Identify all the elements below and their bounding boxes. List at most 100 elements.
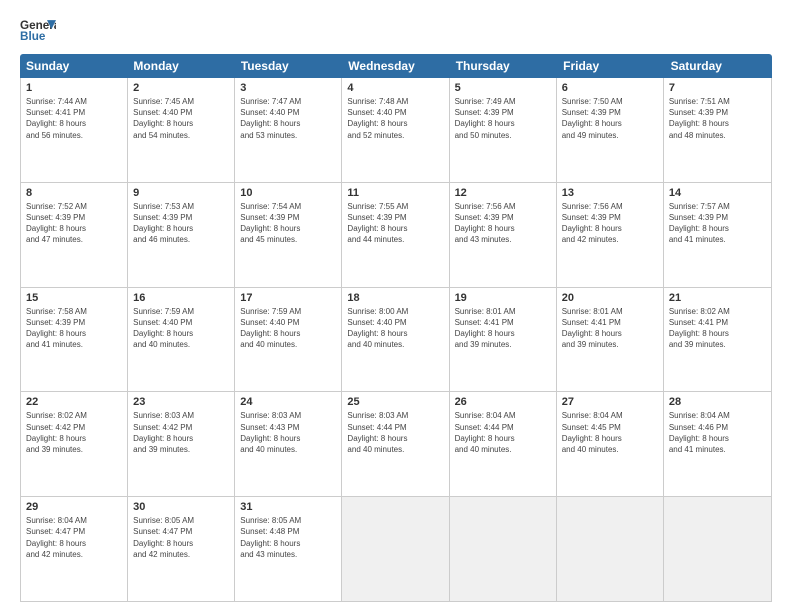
day-number: 5 xyxy=(455,82,551,94)
day-number: 2 xyxy=(133,82,229,94)
day-number: 30 xyxy=(133,501,229,513)
calendar-cell: 12 Sunrise: 7:56 AM Sunset: 4:39 PM Dayli… xyxy=(450,183,557,287)
calendar-week-2: 8Sunrise: 7:52 AM Sunset: 4:39 PM Daylig… xyxy=(21,183,771,288)
day-number: 4 xyxy=(347,82,443,94)
calendar-cell xyxy=(557,497,664,601)
calendar-cell: 23 Sunrise: 8:03 AM Sunset: 4:42 PM Dayli… xyxy=(128,392,235,496)
header: General Blue xyxy=(20,16,772,44)
cell-info: Sunrise: 8:04 AM Sunset: 4:46 PM Dayligh… xyxy=(669,410,766,455)
cell-info: Sunrise: 7:55 AM Sunset: 4:39 PM Dayligh… xyxy=(347,201,443,246)
cell-info: Sunrise: 8:05 AM Sunset: 4:48 PM Dayligh… xyxy=(240,515,336,560)
calendar-cell: 31 Sunrise: 8:05 AM Sunset: 4:48 PM Dayli… xyxy=(235,497,342,601)
logo-icon: General Blue xyxy=(20,16,56,44)
day-number: 31 xyxy=(240,501,336,513)
day-number: 6 xyxy=(562,82,658,94)
cell-info: Sunrise: 7:59 AM Sunset: 4:40 PM Dayligh… xyxy=(133,306,229,351)
cell-info: Sunrise: 7:54 AM Sunset: 4:39 PM Dayligh… xyxy=(240,201,336,246)
calendar-cell xyxy=(664,497,771,601)
cell-info: Sunrise: 8:01 AM Sunset: 4:41 PM Dayligh… xyxy=(562,306,658,351)
cell-info: Sunrise: 7:47 AM Sunset: 4:40 PM Dayligh… xyxy=(240,96,336,141)
cell-info: Sunrise: 8:03 AM Sunset: 4:43 PM Dayligh… xyxy=(240,410,336,455)
cell-info: Sunrise: 7:57 AM Sunset: 4:39 PM Dayligh… xyxy=(669,201,766,246)
calendar-cell: 9Sunrise: 7:53 AM Sunset: 4:39 PM Daylig… xyxy=(128,183,235,287)
cell-info: Sunrise: 7:45 AM Sunset: 4:40 PM Dayligh… xyxy=(133,96,229,141)
day-number: 23 xyxy=(133,396,229,408)
calendar-cell: 25Sunrise: 8:03 AM Sunset: 4:44 PM Dayli… xyxy=(342,392,449,496)
calendar-cell: 5Sunrise: 7:49 AM Sunset: 4:39 PM Daylig… xyxy=(450,78,557,182)
cell-info: Sunrise: 8:04 AM Sunset: 4:45 PM Dayligh… xyxy=(562,410,658,455)
day-number: 10 xyxy=(240,187,336,199)
page: General Blue SundayMondayTuesdayWednesda… xyxy=(0,0,792,612)
cell-info: Sunrise: 7:50 AM Sunset: 4:39 PM Dayligh… xyxy=(562,96,658,141)
calendar-cell: 13Sunrise: 7:56 AM Sunset: 4:39 PM Dayli… xyxy=(557,183,664,287)
cell-info: Sunrise: 8:01 AM Sunset: 4:41 PM Dayligh… xyxy=(455,306,551,351)
calendar-cell: 6 Sunrise: 7:50 AM Sunset: 4:39 PM Daylig… xyxy=(557,78,664,182)
calendar-cell: 17Sunrise: 7:59 AM Sunset: 4:40 PM Dayli… xyxy=(235,288,342,392)
calendar-week-5: 29Sunrise: 8:04 AM Sunset: 4:47 PM Dayli… xyxy=(21,497,771,601)
day-number: 16 xyxy=(133,292,229,304)
cell-info: Sunrise: 7:52 AM Sunset: 4:39 PM Dayligh… xyxy=(26,201,122,246)
day-number: 7 xyxy=(669,82,766,94)
cell-info: Sunrise: 7:56 AM Sunset: 4:39 PM Dayligh… xyxy=(455,201,551,246)
cell-info: Sunrise: 8:02 AM Sunset: 4:42 PM Dayligh… xyxy=(26,410,122,455)
calendar-cell: 15 Sunrise: 7:58 AM Sunset: 4:39 PM Dayli… xyxy=(21,288,128,392)
day-number: 1 xyxy=(26,82,122,94)
cell-info: Sunrise: 7:53 AM Sunset: 4:39 PM Dayligh… xyxy=(133,201,229,246)
calendar-cell: 10 Sunrise: 7:54 AM Sunset: 4:39 PM Dayli… xyxy=(235,183,342,287)
calendar-cell: 22 Sunrise: 8:02 AM Sunset: 4:42 PM Dayli… xyxy=(21,392,128,496)
svg-text:Blue: Blue xyxy=(20,30,46,43)
calendar-cell: 14Sunrise: 7:57 AM Sunset: 4:39 PM Dayli… xyxy=(664,183,771,287)
calendar-cell: 11 Sunrise: 7:55 AM Sunset: 4:39 PM Dayli… xyxy=(342,183,449,287)
cell-info: Sunrise: 7:56 AM Sunset: 4:39 PM Dayligh… xyxy=(562,201,658,246)
day-number: 28 xyxy=(669,396,766,408)
calendar-cell: 18 Sunrise: 8:00 AM Sunset: 4:40 PM Dayli… xyxy=(342,288,449,392)
calendar-cell: 29Sunrise: 8:04 AM Sunset: 4:47 PM Dayli… xyxy=(21,497,128,601)
day-number: 20 xyxy=(562,292,658,304)
cell-info: Sunrise: 7:58 AM Sunset: 4:39 PM Dayligh… xyxy=(26,306,122,351)
day-number: 19 xyxy=(455,292,551,304)
day-number: 15 xyxy=(26,292,122,304)
calendar-cell: 1 Sunrise: 7:44 AM Sunset: 4:41 PM Daylig… xyxy=(21,78,128,182)
day-number: 22 xyxy=(26,396,122,408)
day-number: 11 xyxy=(347,187,443,199)
day-number: 21 xyxy=(669,292,766,304)
calendar-cell xyxy=(342,497,449,601)
calendar-cell: 3 Sunrise: 7:47 AM Sunset: 4:40 PM Daylig… xyxy=(235,78,342,182)
cell-info: Sunrise: 7:48 AM Sunset: 4:40 PM Dayligh… xyxy=(347,96,443,141)
header-cell-monday: Monday xyxy=(127,54,234,78)
calendar-cell: 7 Sunrise: 7:51 AM Sunset: 4:39 PM Daylig… xyxy=(664,78,771,182)
logo: General Blue xyxy=(20,16,56,44)
calendar-week-1: 1 Sunrise: 7:44 AM Sunset: 4:41 PM Daylig… xyxy=(21,78,771,183)
cell-info: Sunrise: 8:05 AM Sunset: 4:47 PM Dayligh… xyxy=(133,515,229,560)
calendar-cell: 4 Sunrise: 7:48 AM Sunset: 4:40 PM Daylig… xyxy=(342,78,449,182)
calendar-cell: 8Sunrise: 7:52 AM Sunset: 4:39 PM Daylig… xyxy=(21,183,128,287)
day-number: 18 xyxy=(347,292,443,304)
cell-info: Sunrise: 8:03 AM Sunset: 4:42 PM Dayligh… xyxy=(133,410,229,455)
calendar: SundayMondayTuesdayWednesdayThursdayFrid… xyxy=(20,54,772,602)
header-cell-friday: Friday xyxy=(557,54,664,78)
calendar-cell: 24Sunrise: 8:03 AM Sunset: 4:43 PM Dayli… xyxy=(235,392,342,496)
calendar-cell: 19 Sunrise: 8:01 AM Sunset: 4:41 PM Dayli… xyxy=(450,288,557,392)
day-number: 27 xyxy=(562,396,658,408)
calendar-cell xyxy=(450,497,557,601)
calendar-cell: 21 Sunrise: 8:02 AM Sunset: 4:41 PM Dayli… xyxy=(664,288,771,392)
header-cell-saturday: Saturday xyxy=(665,54,772,78)
calendar-cell: 20 Sunrise: 8:01 AM Sunset: 4:41 PM Dayli… xyxy=(557,288,664,392)
header-cell-wednesday: Wednesday xyxy=(342,54,449,78)
calendar-cell: 2 Sunrise: 7:45 AM Sunset: 4:40 PM Daylig… xyxy=(128,78,235,182)
cell-info: Sunrise: 7:51 AM Sunset: 4:39 PM Dayligh… xyxy=(669,96,766,141)
cell-info: Sunrise: 7:44 AM Sunset: 4:41 PM Dayligh… xyxy=(26,96,122,141)
header-cell-tuesday: Tuesday xyxy=(235,54,342,78)
calendar-cell: 16 Sunrise: 7:59 AM Sunset: 4:40 PM Dayli… xyxy=(128,288,235,392)
cell-info: Sunrise: 8:00 AM Sunset: 4:40 PM Dayligh… xyxy=(347,306,443,351)
cell-info: Sunrise: 8:02 AM Sunset: 4:41 PM Dayligh… xyxy=(669,306,766,351)
calendar-cell: 30 Sunrise: 8:05 AM Sunset: 4:47 PM Dayli… xyxy=(128,497,235,601)
day-number: 3 xyxy=(240,82,336,94)
calendar-header: SundayMondayTuesdayWednesdayThursdayFrid… xyxy=(20,54,772,78)
cell-info: Sunrise: 8:04 AM Sunset: 4:44 PM Dayligh… xyxy=(455,410,551,455)
day-number: 12 xyxy=(455,187,551,199)
day-number: 25 xyxy=(347,396,443,408)
calendar-cell: 28 Sunrise: 8:04 AM Sunset: 4:46 PM Dayli… xyxy=(664,392,771,496)
cell-info: Sunrise: 8:04 AM Sunset: 4:47 PM Dayligh… xyxy=(26,515,122,560)
cell-info: Sunrise: 7:59 AM Sunset: 4:40 PM Dayligh… xyxy=(240,306,336,351)
